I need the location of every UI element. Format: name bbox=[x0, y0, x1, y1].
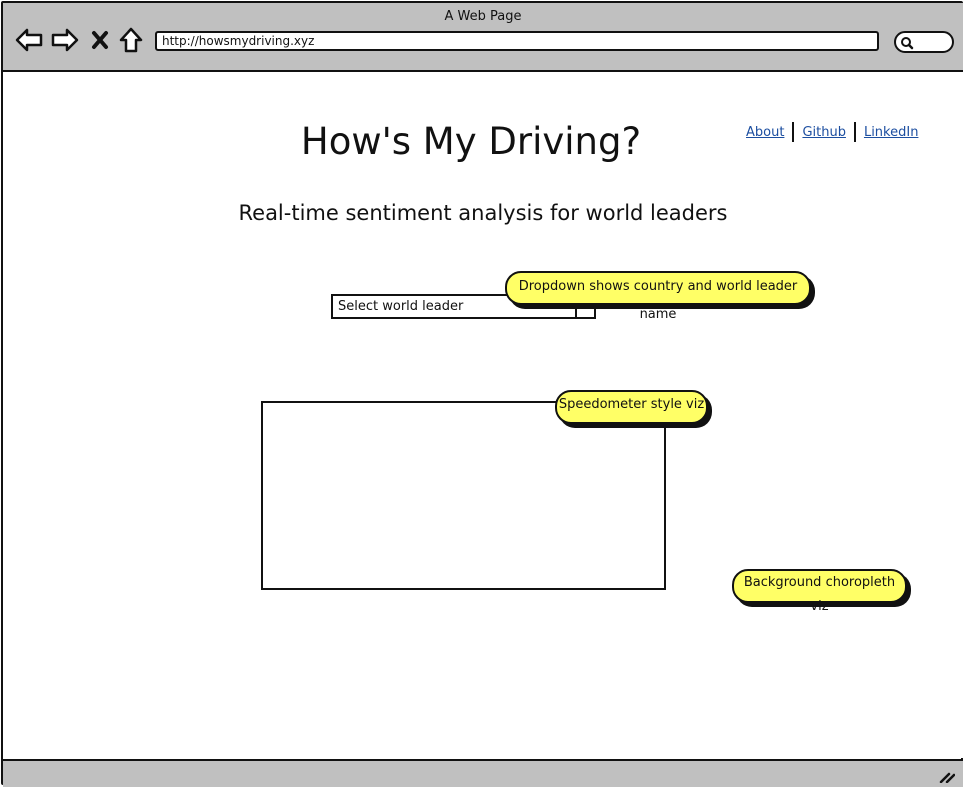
back-arrow-icon[interactable] bbox=[15, 27, 43, 53]
window-title: A Web Page bbox=[444, 9, 522, 24]
link-divider bbox=[853, 122, 856, 142]
world-leader-select-placeholder: Select world leader bbox=[338, 299, 464, 314]
link-divider bbox=[792, 122, 795, 142]
close-icon[interactable] bbox=[89, 27, 111, 53]
search-icon bbox=[901, 37, 914, 50]
page-subtitle: Real-time sentiment analysis for world l… bbox=[238, 201, 728, 225]
choropleth-annotation-note: Background choropleth viz bbox=[732, 569, 907, 614]
home-icon[interactable] bbox=[117, 27, 145, 53]
browser-toolbar: A Web Page http://howsmydriving.xyz bbox=[3, 3, 963, 72]
linkedin-link[interactable]: LinkedIn bbox=[864, 125, 918, 140]
speedometer-viz-placeholder bbox=[261, 401, 666, 590]
dropdown-annotation-note: Dropdown shows country and world leader … bbox=[505, 271, 811, 322]
github-link[interactable]: Github bbox=[802, 125, 846, 140]
forward-arrow-icon[interactable] bbox=[51, 27, 79, 53]
url-input[interactable]: http://howsmydriving.xyz bbox=[155, 31, 879, 51]
resize-grip-icon[interactable] bbox=[939, 769, 955, 783]
top-nav-links: About Github LinkedIn bbox=[746, 122, 918, 142]
browser-status-bar bbox=[3, 759, 963, 787]
about-link[interactable]: About bbox=[746, 125, 784, 140]
browser-search-field[interactable] bbox=[894, 31, 954, 53]
speedometer-annotation-note: Speedometer style viz bbox=[555, 390, 708, 424]
